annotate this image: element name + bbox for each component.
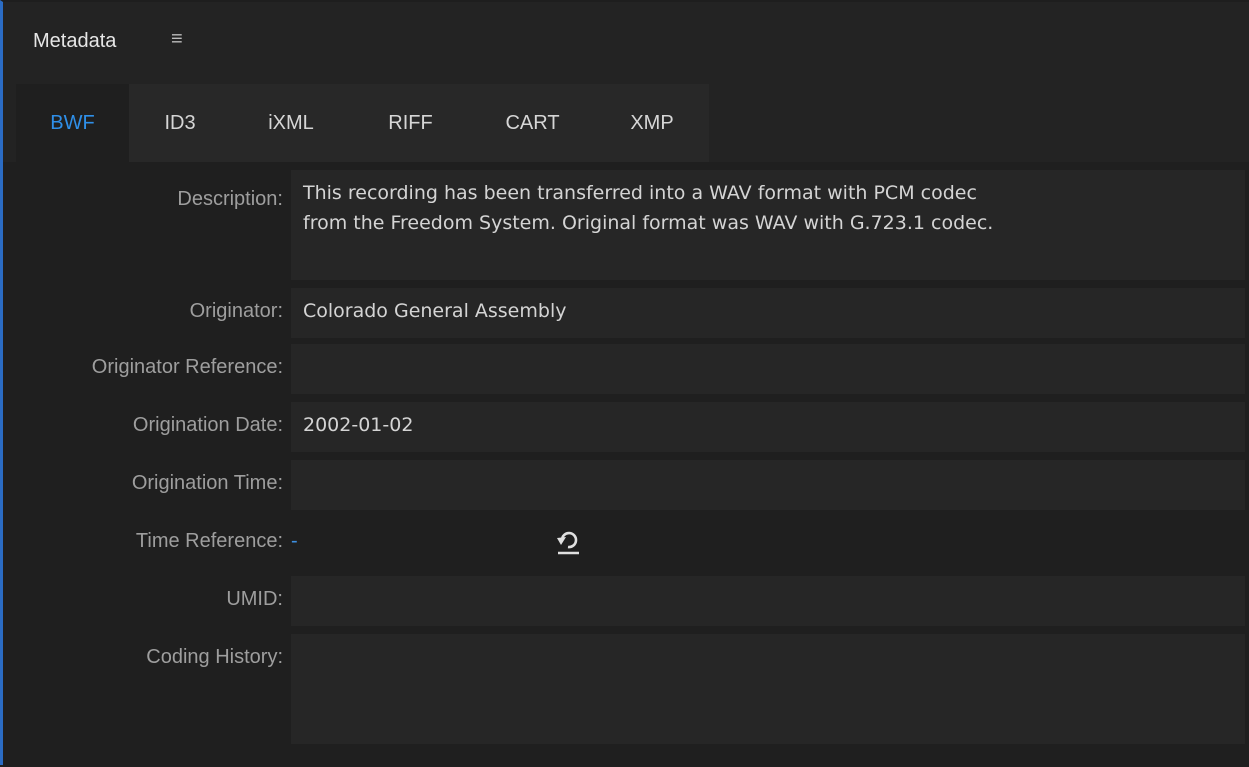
panel-header: Metadata ≡ <box>3 2 1249 82</box>
tab-id3[interactable]: ID3 <box>129 84 231 162</box>
coding-history-label: Coding History: <box>146 646 283 668</box>
panel-title: Metadata <box>33 30 117 52</box>
tab-ixml[interactable]: iXML <box>231 84 351 162</box>
tab-xmp[interactable]: XMP <box>595 84 709 162</box>
tab-riff[interactable]: RIFF <box>351 84 470 162</box>
bwf-form: Description: This recording has been tra… <box>3 162 1249 767</box>
hamburger-icon[interactable]: ≡ <box>171 28 183 51</box>
coding-history-field[interactable] <box>291 634 1245 744</box>
originator-reference-label: Originator Reference: <box>91 356 283 378</box>
origination-time-label: Origination Time: <box>131 472 283 494</box>
originator-reference-field[interactable] <box>291 344 1245 394</box>
description-label: Description: <box>177 188 283 210</box>
tab-cart[interactable]: CART <box>470 84 595 162</box>
tab-bar: BWF ID3 iXML RIFF CART XMP <box>16 84 709 162</box>
description-field[interactable]: This recording has been transferred into… <box>291 170 1245 280</box>
origination-date-label: Origination Date: <box>132 414 283 436</box>
originator-label: Originator: <box>189 300 283 322</box>
origination-date-field[interactable]: 2002-01-02 <box>291 402 1245 452</box>
umid-field[interactable] <box>291 576 1245 626</box>
time-reference-label: Time Reference: <box>135 530 283 552</box>
umid-label: UMID: <box>226 588 283 610</box>
time-reference-value[interactable]: - <box>291 530 298 553</box>
metadata-panel: Metadata ≡ BWF ID3 iXML RIFF CART XMP De… <box>0 0 1249 767</box>
tab-bwf[interactable]: BWF <box>16 84 129 162</box>
origination-time-field[interactable] <box>291 460 1245 510</box>
reset-icon[interactable] <box>553 526 583 556</box>
originator-field[interactable]: Colorado General Assembly <box>291 288 1245 338</box>
